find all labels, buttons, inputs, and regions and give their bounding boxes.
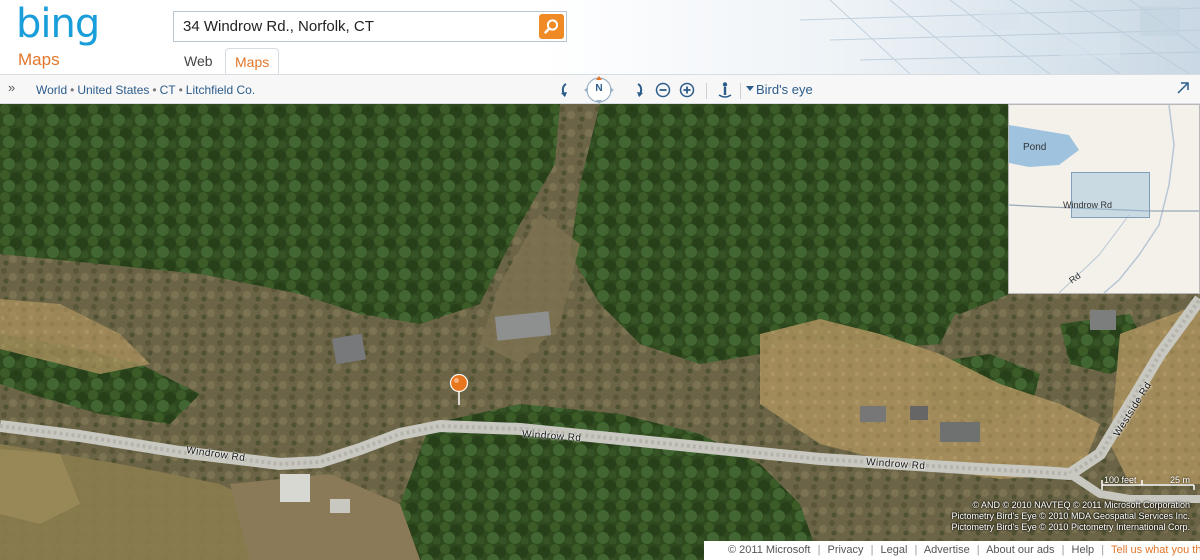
tab-maps[interactable]: Maps: [225, 48, 280, 74]
expand-panel-icon[interactable]: »: [8, 80, 15, 95]
footer-link-feedback[interactable]: Tell us what you think: [1111, 544, 1200, 556]
breadcrumb-litchfield[interactable]: Litchfield Co.: [186, 83, 255, 97]
minimap-label-windrow: Windrow Rd: [1063, 200, 1113, 210]
search-button[interactable]: [539, 14, 564, 39]
scale-bar: 100 feet 25 m: [1100, 475, 1196, 494]
scale-feet-label: 100 feet: [1104, 475, 1137, 485]
toolbar-divider: [740, 83, 741, 99]
footer-copyright: © 2011 Microsoft: [728, 544, 811, 556]
streetside-person-icon[interactable]: [716, 81, 734, 99]
compass-control[interactable]: N: [578, 75, 620, 105]
rotate-right-icon[interactable]: [630, 81, 648, 99]
copyright-line: © AND © 2010 NAVTEQ © 2011 Microsoft Cor…: [972, 500, 1190, 510]
tab-web[interactable]: Web: [175, 48, 222, 74]
scale-meters-label: 25 m: [1170, 475, 1191, 485]
footer-link-legal[interactable]: Legal: [881, 544, 908, 556]
imagery-copyright: © AND © 2010 NAVTEQ © 2011 Microsoft Cor…: [952, 500, 1190, 533]
breadcrumb-world[interactable]: World: [36, 83, 67, 97]
maps-title: Maps: [18, 50, 60, 69]
compass-north-label: N: [595, 83, 603, 94]
bing-logo-text: bing: [16, 1, 100, 47]
toolbar-divider: [706, 83, 707, 99]
header-decoration: [799, 0, 1200, 74]
zoom-in-icon[interactable]: [678, 81, 696, 99]
zoom-out-icon[interactable]: [654, 81, 672, 99]
breadcrumb-ct[interactable]: CT: [160, 83, 176, 97]
minimap-label-pond: Pond: [1023, 142, 1047, 153]
minimap-viewport[interactable]: [1071, 172, 1150, 218]
overview-minimap[interactable]: Pond Windrow Rd Rd: [1008, 104, 1200, 294]
breadcrumb: World • United States • CT • Litchfield Co.: [36, 83, 256, 97]
location-pin-icon[interactable]: [449, 374, 469, 406]
footer-link-privacy[interactable]: Privacy: [827, 544, 863, 556]
breadcrumb-united-states[interactable]: United States: [77, 83, 149, 97]
rotate-left-icon[interactable]: [556, 81, 574, 99]
view-dropdown-arrow-icon[interactable]: [746, 86, 754, 91]
footer-link-about-ads[interactable]: About our ads: [986, 544, 1055, 556]
footer-link-advertise[interactable]: Advertise: [924, 544, 970, 556]
bing-logo[interactable]: bing: [16, 4, 128, 52]
footer: © 2011 Microsoft | Privacy | Legal | Adv…: [704, 541, 1200, 560]
map-toolbar: » World • United States • CT • Litchfield Co. …: [0, 74, 1200, 104]
search-input[interactable]: [174, 12, 534, 41]
header: bing Maps Web Maps: [0, 0, 1200, 74]
map-canvas[interactable]: Windrow Rd Windrow Rd Windrow Rd Westsid…: [0, 104, 1200, 560]
search-box: [173, 11, 567, 42]
copyright-line: Pictometry Bird's Eye © 2010 Pictometry …: [951, 522, 1190, 532]
copyright-line: Pictometry Bird's Eye © 2010 MDA Geospat…: [951, 511, 1190, 521]
footer-link-help[interactable]: Help: [1072, 544, 1095, 556]
search-icon: [544, 19, 559, 34]
view-mode-dropdown[interactable]: Bird's eye: [756, 82, 813, 97]
share-arrow-icon[interactable]: [1176, 81, 1190, 95]
